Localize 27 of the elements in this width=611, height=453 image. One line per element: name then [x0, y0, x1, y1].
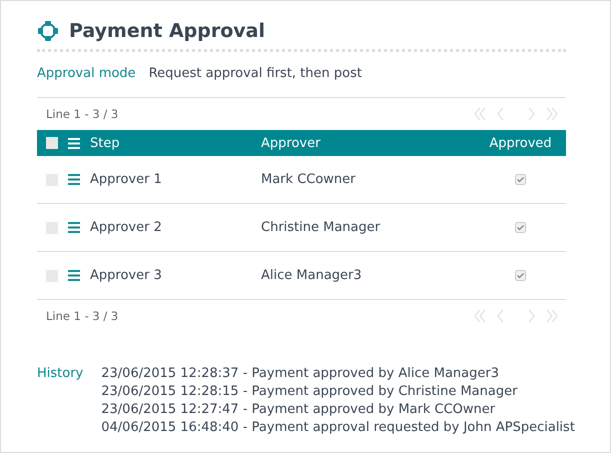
table-cell: Alice Manager3 [261, 268, 362, 283]
drag-handle-icon[interactable] [68, 270, 80, 281]
drag-handle-icon[interactable] [68, 174, 80, 185]
approval-mode-label: Approval mode [37, 66, 136, 81]
approval-mode-value: Request approval first, then post [148, 66, 362, 81]
table-cell: Mark CCowner [261, 172, 356, 187]
pager-arrows-icon[interactable] [474, 107, 558, 121]
drag-handle-icon[interactable] [68, 222, 80, 233]
approval-icon [37, 20, 59, 42]
history-entry: 04/06/2015 16:48:40 - Payment approval requested by John APSpecialist [101, 420, 575, 435]
history-label: History [37, 366, 84, 381]
column-header: Approver [261, 136, 320, 150]
pager-text: Line 1 - 3 / 3 [46, 309, 118, 323]
pager-arrows-icon[interactable] [474, 309, 558, 323]
column-header: Step [90, 136, 120, 150]
column-header: Approved [489, 136, 552, 150]
select-all-checkbox[interactable] [46, 137, 58, 149]
table-cell: Approver 1 [90, 172, 162, 187]
table-cell: Christine Manager [261, 220, 380, 235]
table-cell: Approver 3 [90, 268, 162, 283]
page-title: Payment Approval [69, 20, 265, 42]
table-cell: Approver 2 [90, 220, 162, 235]
pager-text: Line 1 - 3 / 3 [46, 107, 118, 121]
history-entry: 23/06/2015 12:28:37 - Payment approved by Alice Manager3 [101, 366, 500, 381]
menu-icon [68, 138, 80, 148]
history-entry: 23/06/2015 12:27:47 - Payment approved by Mark CCOwner [101, 402, 496, 417]
history-entry: 23/06/2015 12:28:15 - Payment approved by Christine Manager [101, 384, 518, 399]
